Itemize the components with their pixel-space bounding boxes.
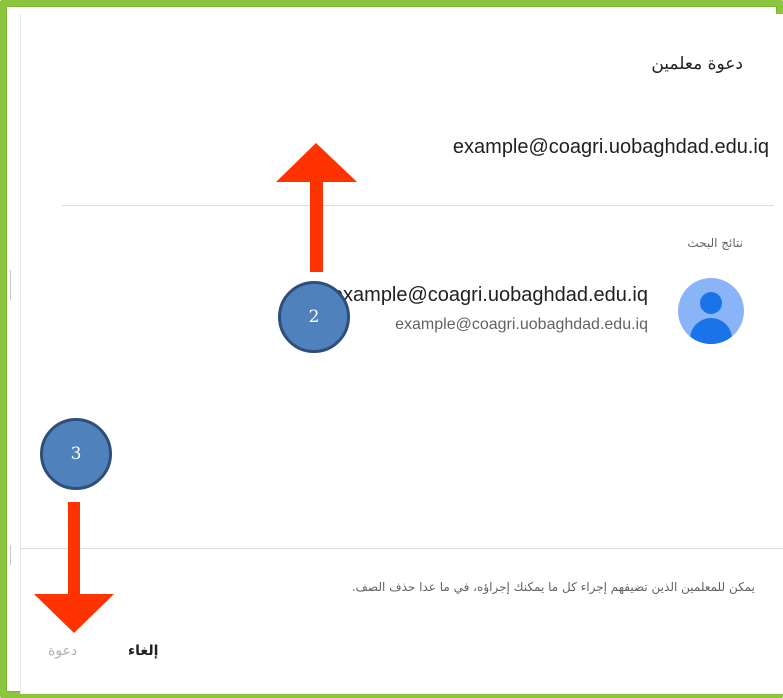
search-results-label: نتائج البحث [687,236,743,250]
background-line [10,270,11,300]
footer-divider [20,548,783,549]
footer-note: يمكن للمعلمين الذين تضيفهم إجراء كل ما ي… [351,580,755,594]
email-input[interactable]: example@coagri.uobaghdad.edu.iq [453,136,769,159]
background-line [10,545,11,565]
step-2-badge: 2 [278,281,350,353]
step-3-badge: 3 [40,418,112,490]
invite-button[interactable]: دعوة [48,643,77,659]
input-divider [62,205,774,206]
result-name: example@coagri.uobaghdad.edu.iq [331,284,648,306]
dialog-title: دعوة معلمين [651,54,743,74]
cancel-button[interactable]: إلغاء [128,643,158,659]
result-email: example@coagri.uobaghdad.edu.iq [395,316,648,333]
person-icon [678,278,744,344]
